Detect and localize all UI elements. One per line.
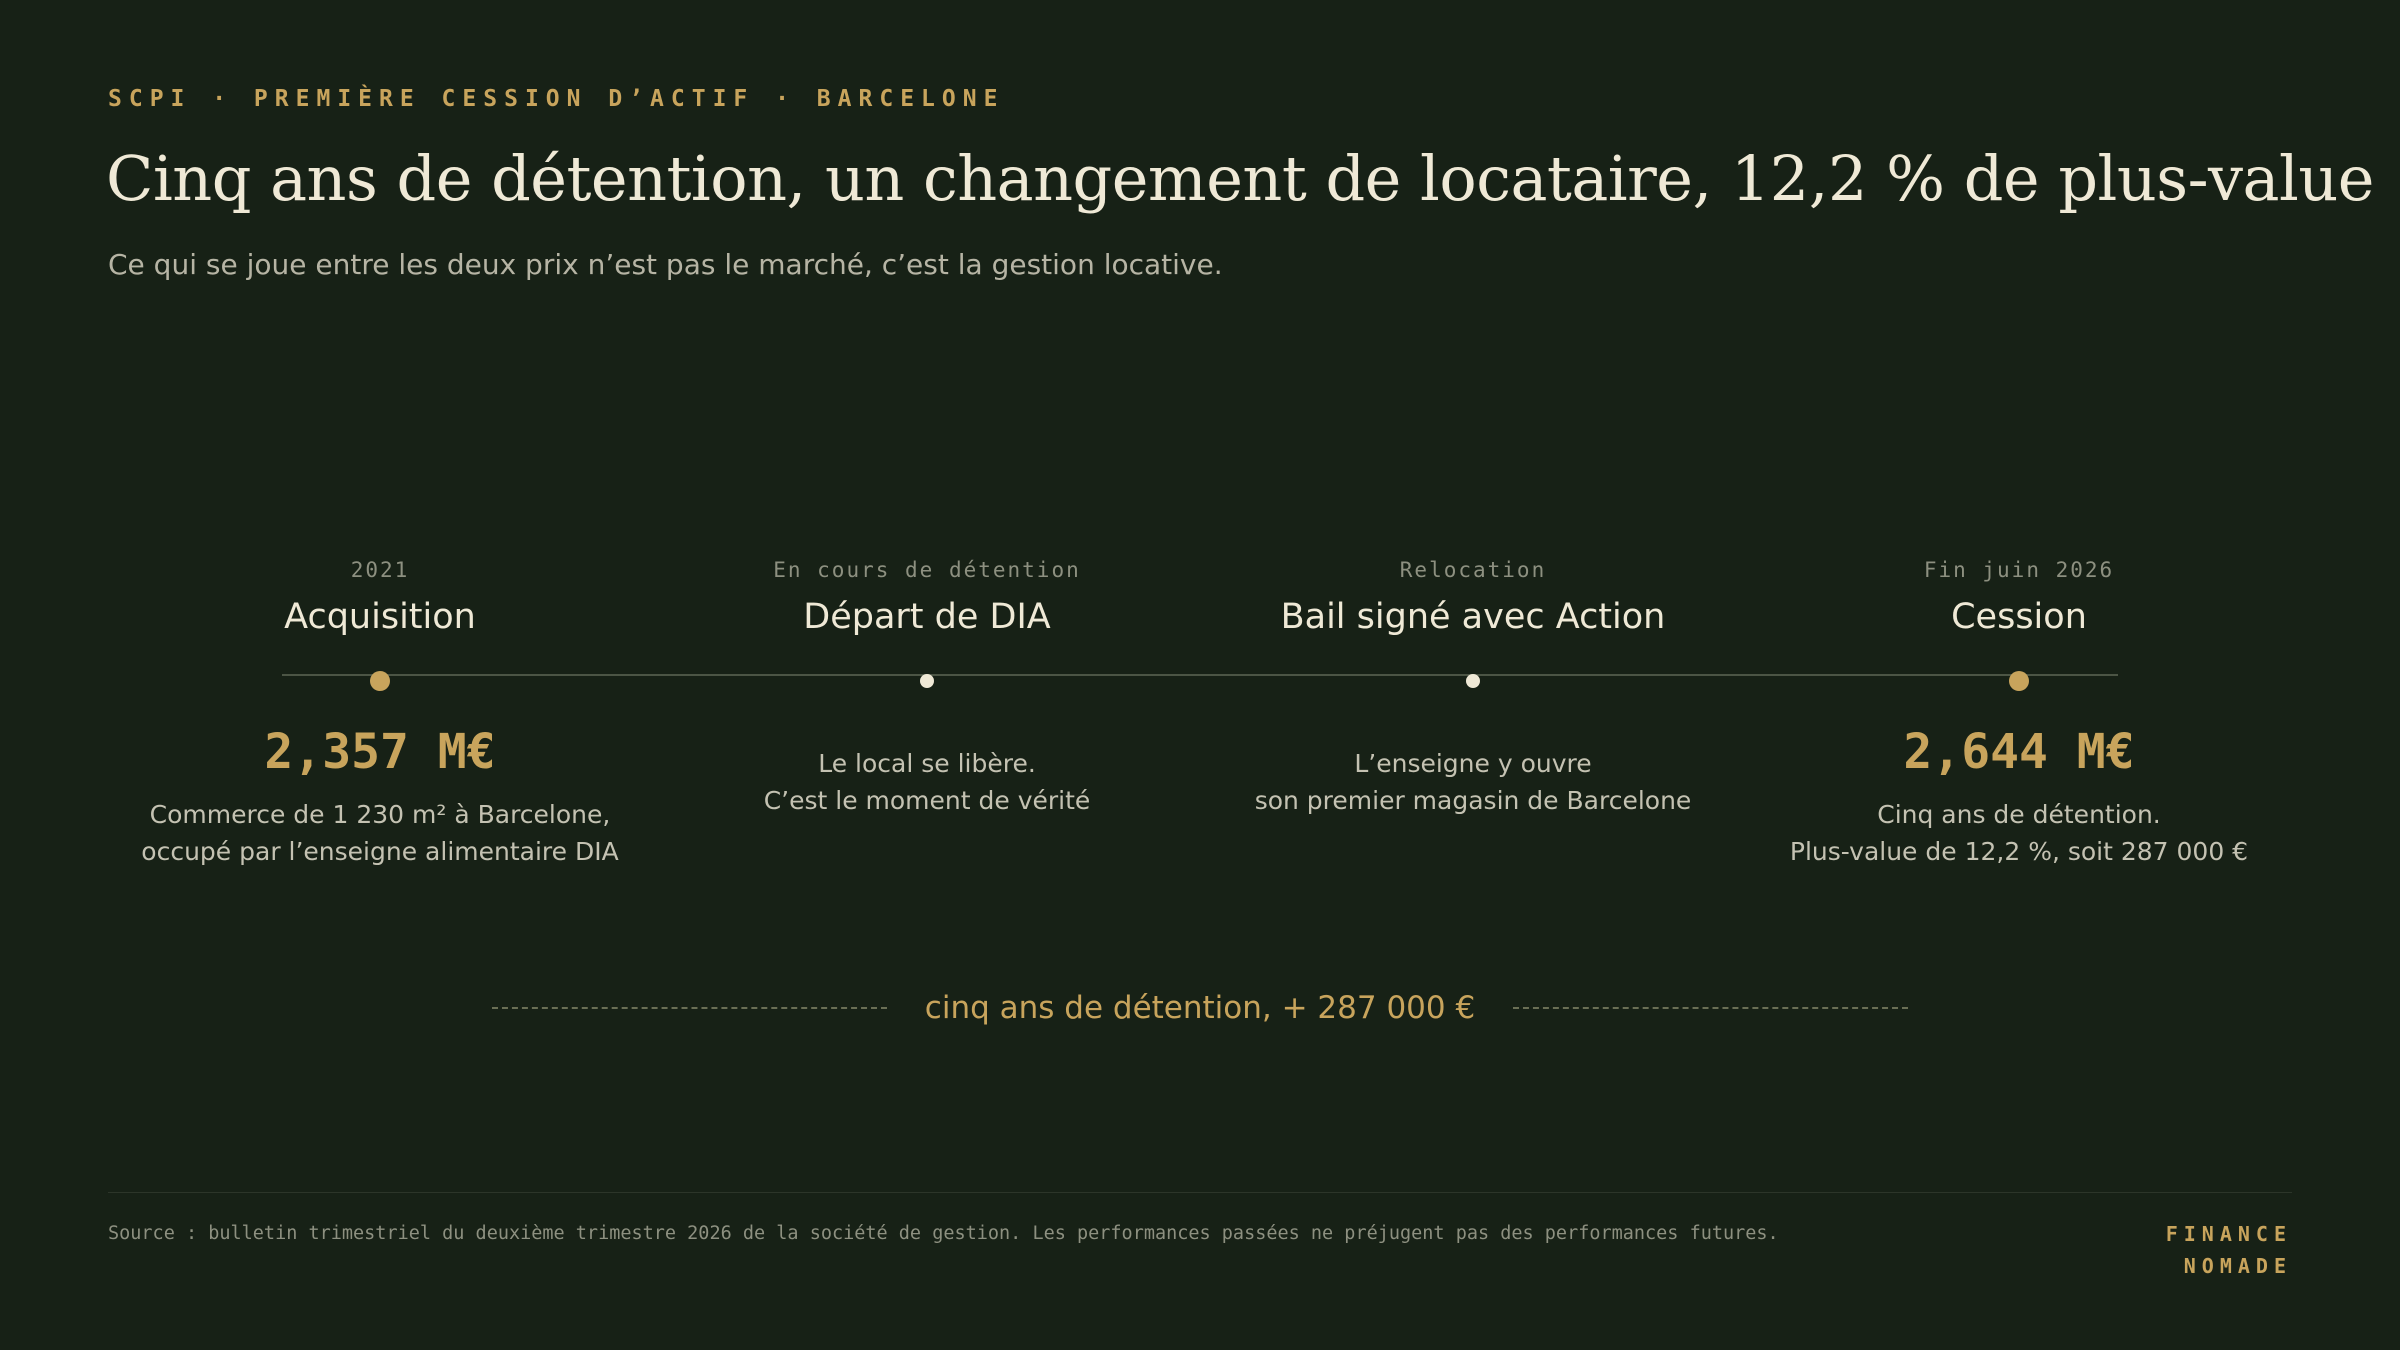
brand-line: FINANCE [2165,1222,2292,1246]
timeline-line [282,674,2118,676]
milestone-dot [2009,671,2029,691]
milestone-date: En cours de détention [773,558,1081,582]
footer-divider [108,1192,2292,1193]
milestone-details: 2,644 M€ Cinq ans de détention. Plus-val… [1709,722,2329,870]
milestone-date: Fin juin 2026 [1923,558,2115,582]
acquisition-price: 2,357 M€ [264,724,496,780]
milestone-label: Acquisition [284,597,476,637]
milestone-dot [1466,674,1480,688]
milestone-desc-line: L’enseigne y ouvre [1354,749,1592,778]
milestone-details: Le local se libère. C’est le moment de v… [617,745,1237,819]
milestone-date: Relocation [1399,558,1547,582]
summary-row: cinq ans de détention, + 287 000 € [0,986,2400,1030]
milestone-date: 2021 [350,558,410,582]
milestone-relocation: Relocation Bail signé avec Action [1163,555,1783,639]
milestone-desc-line: Plus-value de 12,2 %, soit 287 000 € [1789,837,2249,866]
milestone-cession: Fin juin 2026 Cession [1709,555,2329,639]
milestone-details: L’enseigne y ouvre son premier magasin d… [1163,745,1783,819]
milestone-depart-dia: En cours de détention Départ de DIA [617,555,1237,639]
sale-price: 2,644 M€ [1903,724,2135,780]
brand-line: NOMADE [2183,1254,2292,1278]
milestone-desc-line: son premier magasin de Barcelone [1254,786,1692,815]
milestone-label: Bail signé avec Action [1280,597,1666,637]
milestone-desc-line: Le local se libère. [818,749,1036,778]
page-subtitle: Ce qui se joue entre les deux prix n’est… [108,248,1223,281]
summary-dash-left [491,1007,887,1009]
milestone-label: Départ de DIA [803,597,1051,637]
summary-dash-right [1513,1007,1909,1009]
milestone-dot [920,674,934,688]
eyebrow-label: SCPI · PREMIÈRE CESSION D’ACTIF · BARCEL… [108,86,1005,112]
summary-text: cinq ans de détention, + 287 000 € [924,990,1476,1026]
page-title: Cinq ans de détention, un changement de … [106,142,2374,215]
milestone-acquisition: 2021 Acquisition [70,555,690,639]
milestone-details: 2,357 M€ Commerce de 1 230 m² à Barcelon… [70,722,690,870]
milestone-label: Cession [1951,597,2087,637]
milestone-desc-line: C’est le moment de vérité [763,786,1091,815]
milestone-desc-line: occupé par l’enseigne alimentaire DIA [141,837,619,866]
milestone-dot [370,671,390,691]
milestone-desc-line: Cinq ans de détention. [1877,800,2161,829]
milestone-desc-line: Commerce de 1 230 m² à Barcelone, [149,800,611,829]
source-note: Source : bulletin trimestriel du deuxièm… [108,1223,1779,1244]
brand-logo: FINANCE NOMADE [2166,1218,2292,1282]
